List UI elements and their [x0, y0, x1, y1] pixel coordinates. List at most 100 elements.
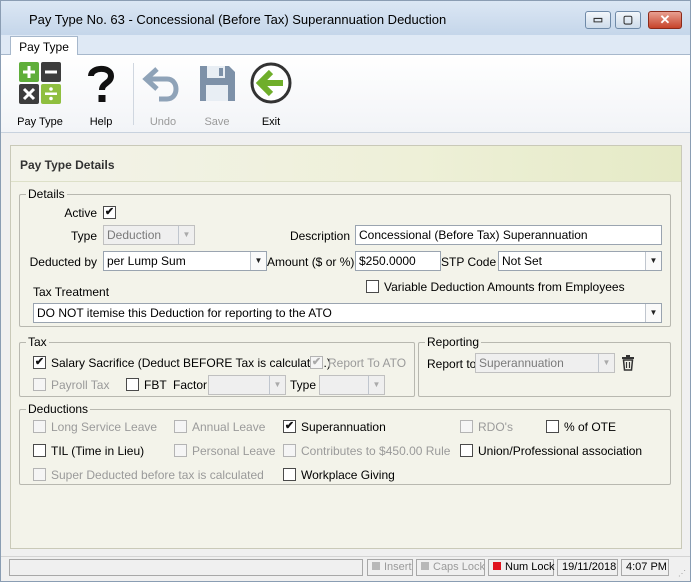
annual-leave-label[interactable]: Annual Leave [192, 420, 265, 434]
deductions-legend: Deductions [28, 402, 89, 416]
undo-button[interactable]: Undo [137, 59, 189, 129]
details-legend: Details [28, 187, 65, 201]
annual-leave-checkbox[interactable] [174, 420, 187, 433]
type-value: Deduction [107, 228, 162, 242]
active-label: Active [64, 206, 97, 220]
tax-treatment-label: Tax Treatment [33, 285, 110, 299]
tax-treatment-select[interactable]: DO NOT itemise this Deduction for report… [33, 303, 662, 323]
undo-arrow-icon [142, 67, 179, 102]
personal-leave-checkbox[interactable] [174, 444, 187, 457]
section-title: Pay Type Details [20, 158, 115, 172]
fbt-checkbox[interactable] [126, 378, 139, 391]
time-text: 4:07 PM [626, 561, 667, 573]
num-lock-label: Num Lock [505, 561, 555, 573]
til-label[interactable]: TIL (Time in Lieu) [51, 444, 144, 458]
rdos-checkbox[interactable] [460, 420, 473, 433]
tax-legend: Tax [28, 335, 47, 349]
save-button[interactable]: Save [191, 59, 243, 129]
title-bar[interactable]: Pay Type No. 63 - Concessional (Before T… [1, 1, 690, 35]
chevron-down-icon: ▼ [645, 304, 661, 322]
amount-value: $250.0000 [359, 254, 416, 268]
maximize-button[interactable]: ▢ [615, 11, 641, 29]
contributes-450-rule-label[interactable]: Contributes to $450.00 Rule [301, 444, 450, 458]
amount-input[interactable]: $250.0000 [355, 251, 441, 271]
factor-select[interactable]: ▼ [208, 375, 286, 395]
description-input[interactable]: Concessional (Before Tax) Superannuation [355, 225, 662, 245]
super-deducted-before-tax-label[interactable]: Super Deducted before tax is calculated [51, 468, 264, 482]
report-to-value: Superannuation [479, 356, 564, 370]
calculator-icon [19, 62, 61, 104]
amount-label: Amount ($ or %) [267, 255, 355, 269]
workplace-giving-label[interactable]: Workplace Giving [301, 468, 395, 482]
contributes-450-rule-checkbox[interactable] [283, 444, 296, 457]
checkmark-icon: ✔ [34, 356, 45, 368]
caps-lock-indicator: Caps Lock [416, 559, 485, 576]
window-title: Pay Type No. 63 - Concessional (Before T… [29, 12, 447, 27]
til-checkbox[interactable] [33, 444, 46, 457]
status-time: 4:07 PM [621, 559, 669, 576]
tab-pay-type[interactable]: Pay Type [10, 36, 78, 56]
deducted-by-select[interactable]: per Lump Sum ▼ [103, 251, 267, 271]
minimize-button[interactable]: ▭ [585, 11, 611, 29]
chevron-down-icon: ▼ [645, 252, 661, 270]
tax-type-label: Type [290, 378, 317, 392]
indicator-icon [421, 562, 429, 570]
caps-lock-label: Caps Lock [433, 561, 485, 573]
salary-sacrifice-checkbox[interactable]: ✔ [33, 356, 46, 369]
report-to-ato-checkbox[interactable]: ✔ [310, 356, 323, 369]
report-to-ato-label[interactable]: Report To ATO [328, 356, 406, 370]
status-bar: Insert Caps Lock Num Lock 19/11/2018 4:0… [1, 556, 690, 581]
long-service-leave-checkbox[interactable] [33, 420, 46, 433]
trash-icon[interactable] [621, 355, 635, 371]
floppy-disk-icon [200, 66, 235, 101]
chevron-down-icon: ▼ [250, 252, 266, 270]
salary-sacrifice-label[interactable]: Salary Sacrifice (Deduct BEFORE Tax is c… [51, 356, 331, 370]
union-association-label[interactable]: Union/Professional association [478, 444, 642, 458]
percent-of-ote-label[interactable]: % of OTE [564, 420, 616, 434]
variable-deduction-label[interactable]: Variable Deduction Amounts from Employee… [384, 280, 625, 294]
payroll-tax-checkbox[interactable] [33, 378, 46, 391]
workplace-giving-checkbox[interactable] [283, 468, 296, 481]
percent-of-ote-checkbox[interactable] [546, 420, 559, 433]
stp-code-value: Not Set [502, 254, 543, 268]
num-lock-indicator: Num Lock [488, 559, 555, 576]
checkmark-icon: ✔ [311, 356, 322, 368]
maximize-icon: ▢ [622, 14, 634, 26]
report-to-select[interactable]: Superannuation ▼ [475, 353, 615, 373]
ribbon-tabs: Pay Type [1, 35, 690, 56]
payroll-tax-label[interactable]: Payroll Tax [51, 378, 109, 392]
reporting-legend: Reporting [427, 335, 480, 349]
insert-indicator: Insert [367, 559, 413, 576]
question-mark-icon [88, 65, 115, 102]
superannuation-checkbox[interactable]: ✔ [283, 420, 296, 433]
rdos-label[interactable]: RDO's [478, 420, 513, 434]
chevron-down-icon: ▼ [368, 376, 384, 394]
fbt-label[interactable]: FBT [144, 378, 167, 392]
checkmark-icon: ✔ [284, 420, 295, 432]
union-association-checkbox[interactable] [460, 444, 473, 457]
chevron-down-icon: ▼ [598, 354, 614, 372]
active-checkbox[interactable]: ✔ [103, 206, 116, 219]
app-window: Pay Type No. 63 - Concessional (Before T… [0, 0, 691, 582]
pay-type-button[interactable]: Pay Type [14, 59, 66, 129]
resize-grip-icon[interactable]: ⋰ [678, 569, 688, 579]
long-service-leave-label[interactable]: Long Service Leave [51, 420, 157, 434]
variable-deduction-checkbox[interactable] [366, 280, 379, 293]
toolbar-separator [133, 63, 134, 125]
stp-code-select[interactable]: Not Set ▼ [498, 251, 662, 271]
type-select[interactable]: Deduction ▼ [103, 225, 195, 245]
date-text: 19/11/2018 [562, 561, 617, 573]
personal-leave-label[interactable]: Personal Leave [192, 444, 275, 458]
help-label: Help [89, 116, 113, 128]
toolbar: Pay Type Help Undo Save Exit [1, 55, 690, 133]
super-deducted-before-tax-checkbox[interactable] [33, 468, 46, 481]
exit-button[interactable]: Exit [245, 59, 297, 129]
tax-type-select[interactable]: ▼ [319, 375, 385, 395]
chevron-down-icon: ▼ [178, 226, 194, 244]
chevron-down-icon: ▼ [269, 376, 285, 394]
close-button[interactable]: ✕ [648, 11, 682, 29]
section-header: Pay Type Details [11, 146, 681, 182]
superannuation-label[interactable]: Superannuation [301, 420, 386, 434]
factor-label: Factor [173, 378, 208, 392]
help-button[interactable]: Help [75, 59, 127, 129]
